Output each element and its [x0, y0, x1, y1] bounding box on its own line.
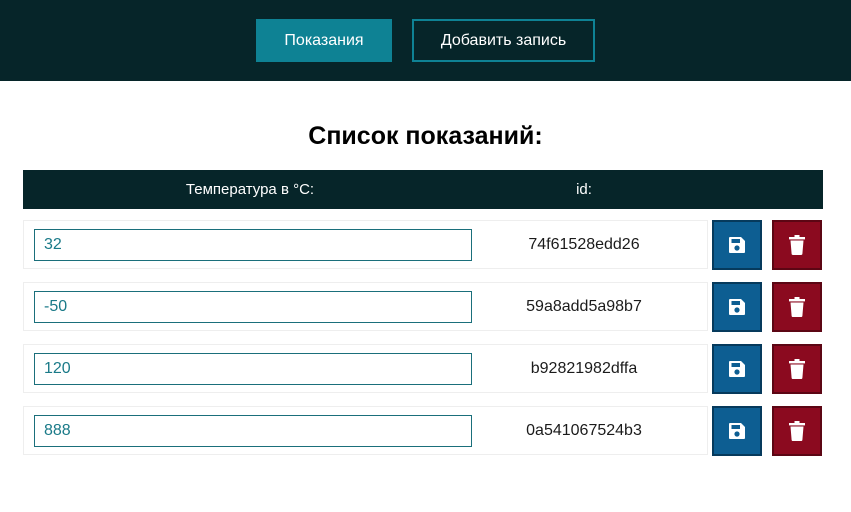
table-row: b92821982dffa: [23, 344, 823, 395]
record-id: 74f61528edd26: [528, 236, 640, 253]
delete-button[interactable]: [772, 344, 822, 394]
table-header: Температура в °C: id:: [23, 170, 823, 209]
floppy-disk-icon: [729, 237, 745, 253]
temperature-input[interactable]: [34, 353, 472, 385]
trash-icon: [789, 297, 805, 317]
table-row: 74f61528edd26: [23, 220, 823, 271]
save-button[interactable]: [712, 344, 762, 394]
save-button[interactable]: [712, 406, 762, 456]
add-record-button[interactable]: Добавить запись: [412, 19, 595, 62]
save-button[interactable]: [712, 220, 762, 270]
id-column-header: id:: [576, 181, 592, 198]
delete-button[interactable]: [772, 220, 822, 270]
save-button[interactable]: [712, 282, 762, 332]
record-id: 59a8add5a98b7: [526, 298, 642, 315]
readings-tab-button[interactable]: Показания: [256, 19, 392, 62]
trash-icon: [789, 421, 805, 441]
table-row: 0a541067524b3: [23, 406, 823, 457]
table-row: 59a8add5a98b7: [23, 282, 823, 333]
trash-icon: [789, 235, 805, 255]
temperature-column-header: Температура в °C:: [185, 181, 315, 198]
temperature-input[interactable]: [34, 229, 472, 261]
floppy-disk-icon: [729, 423, 745, 439]
delete-button[interactable]: [772, 406, 822, 456]
temperature-input[interactable]: [34, 291, 472, 323]
record-id: b92821982dffa: [530, 360, 638, 377]
readings-table: Температура в °C: id: 74f61528edd26 59a8…: [23, 170, 823, 457]
trash-icon: [789, 359, 805, 379]
page-title: Список показаний:: [308, 122, 543, 150]
floppy-disk-icon: [729, 299, 745, 315]
delete-button[interactable]: [772, 282, 822, 332]
top-navigation-bar: Показания Добавить запись: [0, 0, 851, 81]
record-id: 0a541067524b3: [526, 422, 642, 439]
floppy-disk-icon: [729, 361, 745, 377]
temperature-input[interactable]: [34, 415, 472, 447]
